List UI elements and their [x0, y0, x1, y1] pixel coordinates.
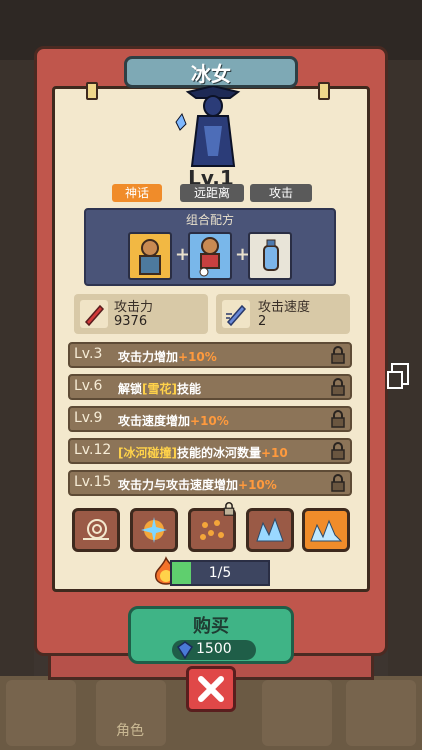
ice-queen-portrait — [175, 86, 241, 167]
skill-ice-burst-icon[interactable] — [130, 508, 178, 552]
bottom-tab-inventory[interactable] — [262, 680, 332, 746]
stat-attack-label: 攻击力 — [114, 300, 154, 315]
perk-description: 攻击力与攻击速度增加+10% — [118, 478, 277, 492]
perk-level: Lv.9 — [74, 410, 103, 426]
lock-icon — [331, 410, 345, 428]
close-icon — [198, 676, 224, 702]
gem-icon — [176, 641, 194, 659]
tag-range: 远距离 — [180, 184, 244, 202]
perk-description: 解锁[雪花]技能 — [118, 382, 202, 396]
lock-icon — [331, 442, 345, 460]
perk-description: [冰河碰撞]技能的冰河数量+10 — [118, 446, 288, 460]
bottom-tab-shop[interactable] — [6, 680, 76, 746]
perk-description: 攻击速度增加+10% — [118, 414, 229, 428]
lock-icon — [223, 502, 235, 516]
close-button[interactable] — [186, 666, 236, 712]
perk-level: Lv.3 — [74, 346, 103, 362]
recipe-ingredient-water-bottle[interactable] — [248, 232, 292, 280]
bottom-tab-locked[interactable] — [346, 680, 416, 746]
recipe-ingredient-soccer[interactable] — [188, 232, 232, 280]
speed-icon — [222, 300, 250, 328]
tag-rarity: 神话 — [112, 184, 162, 202]
perk-level: Lv.6 — [74, 378, 103, 394]
pin-icon — [318, 82, 330, 100]
perk-description: 攻击力增加+10% — [118, 350, 217, 364]
lock-icon — [331, 378, 345, 396]
buy-button-label: 购买 — [193, 616, 229, 637]
background-left — [0, 60, 34, 680]
pin-icon — [86, 82, 98, 100]
stat-attack-speed-label: 攻击速度 — [258, 300, 311, 315]
tag-role: 攻击 — [250, 184, 312, 202]
buy-price: 1500 — [196, 641, 232, 657]
lock-icon — [331, 346, 345, 364]
swap-icon[interactable] — [384, 360, 414, 392]
skill-glacier-crash-icon[interactable] — [302, 508, 350, 552]
stat-attack-speed-value: 2 — [258, 314, 267, 329]
perk-level: Lv.15 — [74, 474, 112, 490]
sword-icon — [80, 300, 108, 328]
perk-level: Lv.12 — [74, 442, 112, 458]
recipe-title: 组合配方 — [185, 213, 234, 227]
stat-attack-value: 9376 — [114, 314, 148, 329]
upgrade-progress-text: 1/5 — [208, 565, 232, 581]
lock-icon — [331, 474, 345, 492]
skill-snail-icon[interactable] — [72, 508, 120, 552]
perk-row-lv6 — [68, 374, 352, 400]
hero-name: 冰女 — [191, 62, 231, 86]
skill-ice-shard-icon[interactable] — [246, 508, 294, 552]
recipe-ingredient-warrior[interactable] — [128, 232, 172, 280]
bottom-tab-label: 角色 — [116, 723, 144, 739]
